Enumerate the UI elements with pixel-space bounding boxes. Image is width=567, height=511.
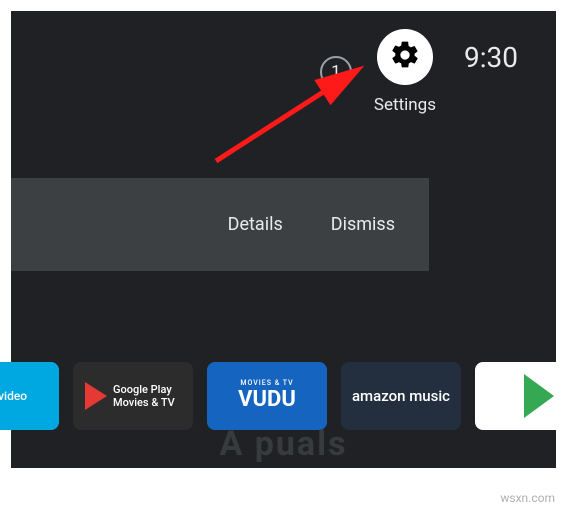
app-tile-google-play[interactable] xyxy=(475,362,567,430)
tile-label: VUDU xyxy=(238,388,296,412)
app-tile-google-play-movies[interactable]: Google Play Movies & TV xyxy=(73,362,193,430)
play-triangle-icon xyxy=(85,382,107,410)
app-tile-amazon-music[interactable]: amazon music xyxy=(341,362,461,430)
status-bar: 1 Settings 9:30 xyxy=(320,29,518,115)
notification-card: Details Dismiss xyxy=(11,178,429,271)
watermark-corner: wsxn.com xyxy=(500,491,555,505)
watermark-main: A puals xyxy=(219,424,347,464)
app-tile-prime-video[interactable]: rime video xyxy=(0,362,59,430)
clock: 9:30 xyxy=(464,41,518,74)
tile-label: amazon music xyxy=(352,387,450,405)
notification-count-badge[interactable]: 1 xyxy=(320,56,352,88)
settings-column: Settings xyxy=(374,29,436,115)
tile-label: Google Play Movies & TV xyxy=(113,383,175,409)
settings-label: Settings xyxy=(374,95,436,115)
gear-icon xyxy=(389,39,421,75)
app-tiles-row: rime video Google Play Movies & TV MOVIE… xyxy=(0,362,567,430)
settings-button[interactable] xyxy=(377,29,433,85)
screenshot-frame: 1 Settings 9:30 Details Dismiss xyxy=(11,11,556,468)
google-play-triangle-icon xyxy=(524,374,554,418)
tile-label: rime video xyxy=(0,389,27,403)
dismiss-button[interactable]: Dismiss xyxy=(331,214,395,235)
app-tile-vudu[interactable]: MOVIES & TV VUDU xyxy=(207,362,327,430)
details-button[interactable]: Details xyxy=(228,214,283,235)
